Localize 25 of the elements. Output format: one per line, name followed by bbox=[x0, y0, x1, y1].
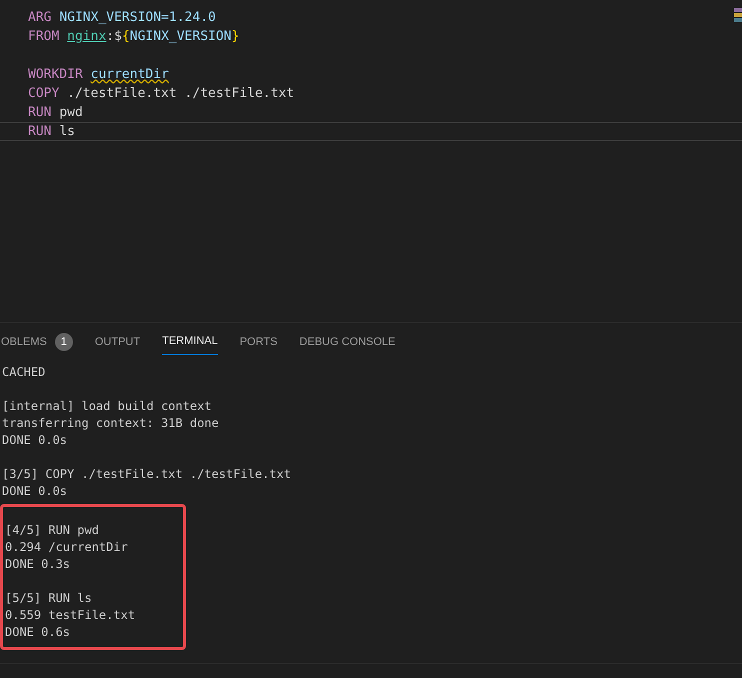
terminal-line: DONE 0.0s bbox=[2, 483, 68, 500]
code-line: COPY ./testFile.txt ./testFile.txt bbox=[28, 84, 294, 103]
code-line: RUN pwd bbox=[28, 104, 83, 122]
terminal-line: transferring context: 31B done bbox=[2, 415, 220, 432]
code-line: RUN ls bbox=[28, 122, 75, 141]
code-line: WORKDIR currentDir bbox=[28, 66, 169, 84]
minimap-icon bbox=[734, 8, 742, 24]
terminal-line: DONE 0.6s bbox=[5, 624, 72, 641]
terminal-line: [internal] load build context bbox=[2, 398, 213, 415]
panel-tab[interactable]: DEBUG CONSOLE bbox=[299, 329, 396, 355]
panel-tab[interactable]: OBLEMS 1 bbox=[1, 329, 73, 355]
count-badge: 1 bbox=[54, 333, 73, 351]
terminal-line: 0.294 /currentDir bbox=[5, 539, 129, 556]
terminal-line: [5/5] RUN ls bbox=[5, 590, 93, 607]
code-line: FROM nginx:${NGINX_VERSION} bbox=[28, 28, 240, 46]
terminal-line: [3/5] COPY ./testFile.txt ./testFile.txt bbox=[2, 466, 292, 483]
panel-tab[interactable]: OUTPUT bbox=[94, 329, 140, 355]
code-line: ARG NGINX_VERSION=1.24.0 bbox=[28, 8, 216, 27]
terminal-line: DONE 0.3s bbox=[5, 556, 72, 573]
terminal-line: [4/5] RUN pwd bbox=[5, 522, 100, 539]
panel-tab[interactable]: PORTS bbox=[240, 329, 278, 355]
terminal-line: CACHED bbox=[2, 364, 46, 381]
terminal-line: 0.559 testFile.txt bbox=[5, 607, 136, 624]
terminal-line: DONE 0.0s bbox=[2, 432, 68, 449]
panel-tab[interactable]: TERMINAL bbox=[162, 329, 218, 355]
